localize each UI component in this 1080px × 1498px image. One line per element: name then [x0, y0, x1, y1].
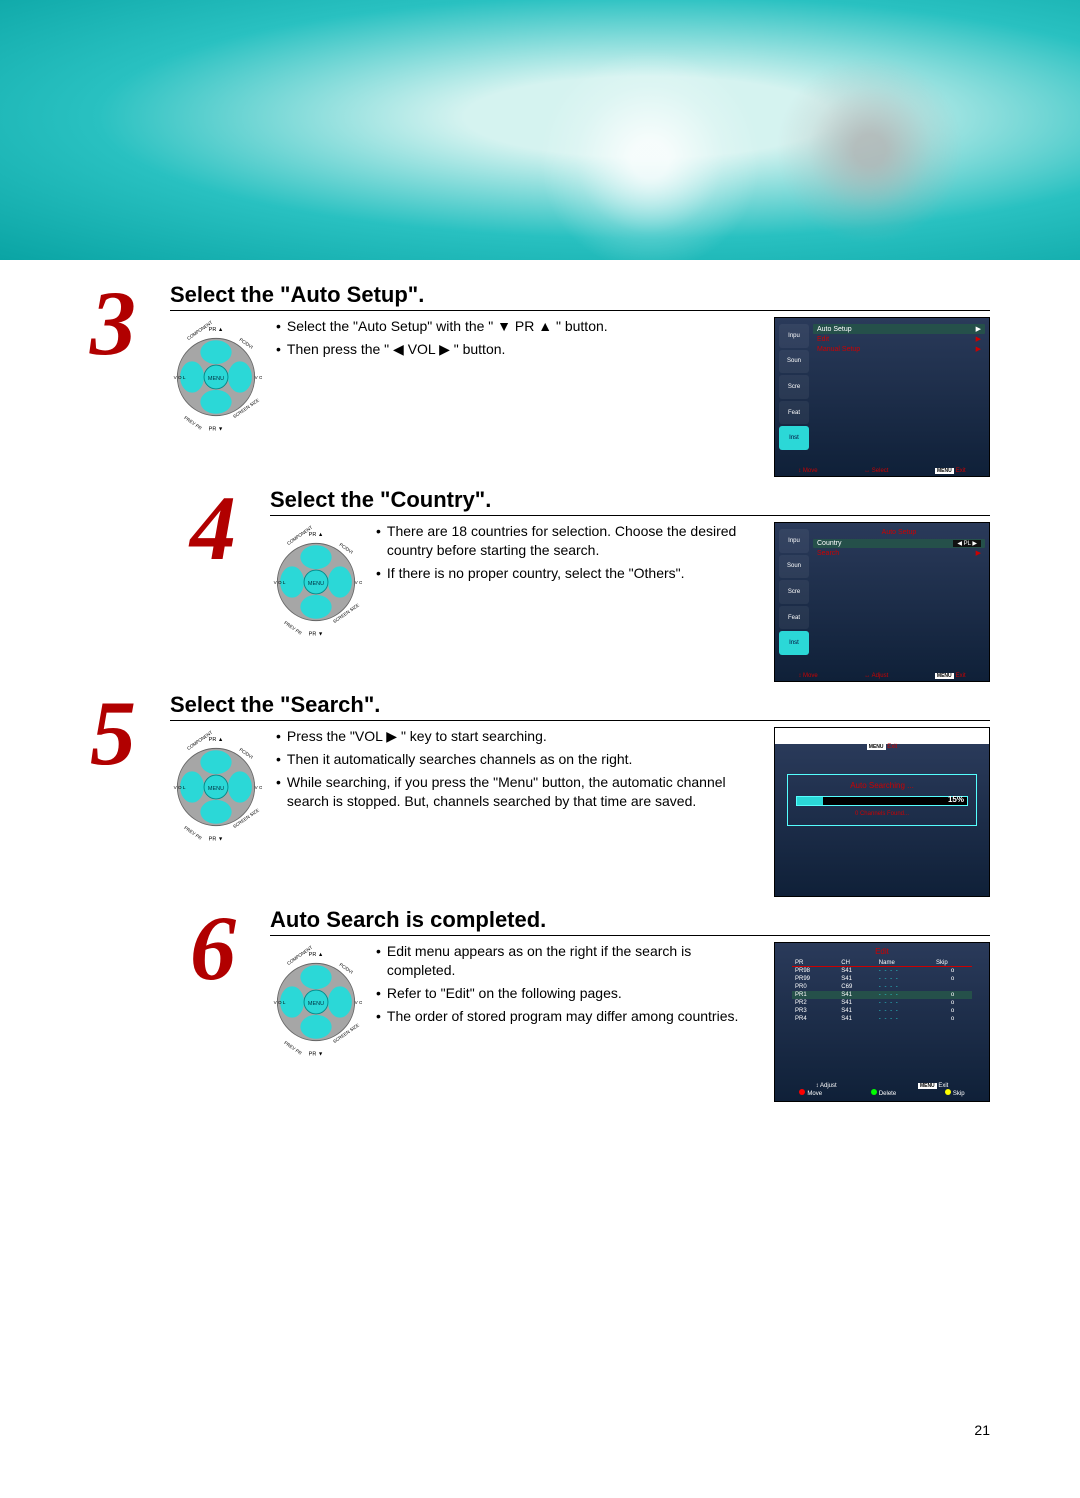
svg-text:PR ▲: PR ▲: [209, 327, 224, 333]
svg-text:V O L: V O L: [255, 785, 262, 790]
osd-row: Edit▶: [813, 334, 985, 344]
remote-pad: MENU PR ▲ PR ▼ COMPONENT PC/DVI PREV PR …: [270, 942, 362, 1062]
osd-side-item: Soun: [779, 555, 809, 579]
osd-side-item: Inst: [779, 631, 809, 655]
remote-pad-svg: MENU PR ▲ PR ▼ COMPONENT PC/DVI PREV PR …: [270, 942, 362, 1062]
bullet: Press the "VOL ▶ " key to start searchin…: [276, 727, 760, 746]
bullet: While searching, if you press the "Menu"…: [276, 773, 760, 811]
svg-text:PR ▲: PR ▲: [309, 532, 324, 538]
osd-wrapper: InpuSounScreFeatInst Auto Setup Country◀ …: [774, 522, 990, 682]
osd-side-item: Inpu: [779, 324, 809, 348]
search-found: 0 Channels Found...: [796, 811, 968, 817]
bullet: Refer to "Edit" on the following pages.: [376, 984, 760, 1003]
svg-text:V O L: V O L: [274, 1000, 286, 1005]
remote-pad: MENU PR ▲ PR ▼ COMPONENT PC/DVI PREV PR …: [170, 317, 262, 437]
osd-row: Auto Setup▶: [813, 324, 985, 334]
page-header-image: [0, 0, 1080, 260]
svg-text:MENU: MENU: [308, 581, 324, 587]
page-number: 21: [974, 1422, 990, 1438]
osd-side-item: Scre: [779, 375, 809, 399]
svg-text:PR ▼: PR ▼: [309, 1051, 324, 1057]
bullet-list: Select the "Auto Setup" with the " ▼ PR …: [276, 317, 760, 477]
bullet: Then press the " ◀ VOL ▶ " button.: [276, 340, 760, 359]
bullet: Edit menu appears as on the right if the…: [376, 942, 760, 980]
bullet: Select the "Auto Setup" with the " ▼ PR …: [276, 317, 760, 336]
svg-text:PR ▼: PR ▼: [309, 631, 324, 637]
search-title: Auto Searching ...: [796, 781, 968, 790]
bullet: The order of stored program may differ a…: [376, 1007, 760, 1026]
svg-text:V O L: V O L: [174, 785, 186, 790]
remote-pad: MENU PR ▲ PR ▼ COMPONENT PC/DVI PREV PR …: [170, 727, 262, 847]
osd-row: Search▶: [813, 548, 985, 558]
edit-row: PR2S41- - - -o: [792, 999, 972, 1007]
osd-side-item: Feat: [779, 401, 809, 425]
svg-text:PR ▼: PR ▼: [209, 426, 224, 432]
svg-text:V O L: V O L: [274, 580, 286, 585]
osd-side-item: Scre: [779, 580, 809, 604]
bullet: If there is no proper country, select th…: [376, 564, 760, 583]
bullet-list: Edit menu appears as on the right if the…: [376, 942, 760, 1102]
osd-title: Auto Setup: [813, 529, 985, 536]
edit-row: PR3S41- - - -o: [792, 1007, 972, 1015]
osd-screen: InpuSounScreFeatInst Auto Setup▶Edit▶Man…: [775, 318, 989, 476]
step-number: 5: [90, 692, 170, 775]
edit-row: PR0C69- - - -: [792, 983, 972, 991]
edit-row: PR99S41- - - -o: [792, 975, 972, 983]
osd-row: Manual Setup▶: [813, 344, 985, 354]
remote-pad-svg: MENU PR ▲ PR ▼ COMPONENT PC/DVI PREV PR …: [270, 522, 362, 642]
svg-text:V O L: V O L: [255, 375, 262, 380]
osd-wrapper: Edit PRCHNameSkip PR98S41- - - -o PR99S4…: [774, 942, 990, 1102]
bullet: There are 18 countries for selection. Ch…: [376, 522, 760, 560]
step: 6 Auto Search is completed. MENU PR ▲ PR…: [190, 907, 990, 1102]
svg-text:PREV PR: PREV PR: [183, 415, 203, 431]
svg-text:PREV PR: PREV PR: [283, 1040, 303, 1056]
osd-screen: InpuSounScreFeatInst Auto Setup Country◀ …: [775, 523, 989, 681]
remote-pad-svg: MENU PR ▲ PR ▼ COMPONENT PC/DVI PREV PR …: [170, 727, 262, 847]
remote-pad-svg: MENU PR ▲ PR ▼ COMPONENT PC/DVI PREV PR …: [170, 317, 262, 437]
svg-text:PR ▼: PR ▼: [209, 836, 224, 842]
osd-side-item: Inpu: [779, 529, 809, 553]
step-number: 4: [190, 487, 270, 570]
svg-text:PR ▲: PR ▲: [309, 952, 324, 958]
step-title: Select the "Auto Setup".: [170, 282, 990, 311]
step-title: Select the "Country".: [270, 487, 990, 516]
edit-row: PR1S41- - - -o: [792, 991, 972, 999]
svg-text:MENU: MENU: [208, 786, 224, 792]
steps-list: 3 Select the "Auto Setup". MENU PR ▲ PR …: [90, 282, 990, 1102]
step-number: 3: [90, 282, 170, 365]
bullet-list: There are 18 countries for selection. Ch…: [376, 522, 760, 682]
osd-side-item: Feat: [779, 606, 809, 630]
svg-text:PREV PR: PREV PR: [183, 825, 203, 841]
osd-side-item: Inst: [779, 426, 809, 450]
svg-text:V O L: V O L: [174, 375, 186, 380]
remote-pad: MENU PR ▲ PR ▼ COMPONENT PC/DVI PREV PR …: [270, 522, 362, 642]
step-title: Select the "Search".: [170, 692, 990, 721]
osd-side-item: Soun: [779, 350, 809, 374]
step: 5 Select the "Search". MENU PR ▲ PR ▼ CO…: [90, 692, 990, 897]
bullet: Then it automatically searches channels …: [276, 750, 760, 769]
osd-edit-screen: Edit PRCHNameSkip PR98S41- - - -o PR99S4…: [775, 943, 989, 1101]
osd-wrapper: InpuSounScreFeatInst Auto Setup▶Edit▶Man…: [774, 317, 990, 477]
search-progress-bar: 15%: [796, 796, 968, 806]
osd-row: Country◀ PL ▶: [813, 539, 985, 548]
svg-text:MENU: MENU: [308, 1001, 324, 1007]
svg-text:PR ▲: PR ▲: [209, 737, 224, 743]
edit-row: PR4S41- - - -o: [792, 1015, 972, 1023]
osd-wrapper: Auto Searching ... 15% 0 Channels Found.…: [774, 727, 990, 897]
step-title: Auto Search is completed.: [270, 907, 990, 936]
svg-text:V O L: V O L: [355, 1000, 362, 1005]
edit-row: PR98S41- - - -o: [792, 967, 972, 976]
step: 4 Select the "Country". MENU PR ▲ PR ▼ C…: [190, 487, 990, 682]
page-content: 3 Select the "Auto Setup". MENU PR ▲ PR …: [0, 260, 1080, 1102]
svg-text:V O L: V O L: [355, 580, 362, 585]
step-number: 6: [190, 907, 270, 990]
step: 3 Select the "Auto Setup". MENU PR ▲ PR …: [90, 282, 990, 477]
bullet-list: Press the "VOL ▶ " key to start searchin…: [276, 727, 760, 897]
svg-text:PREV PR: PREV PR: [283, 620, 303, 636]
osd-search-screen: Auto Searching ... 15% 0 Channels Found.…: [775, 744, 989, 896]
svg-text:MENU: MENU: [208, 376, 224, 382]
